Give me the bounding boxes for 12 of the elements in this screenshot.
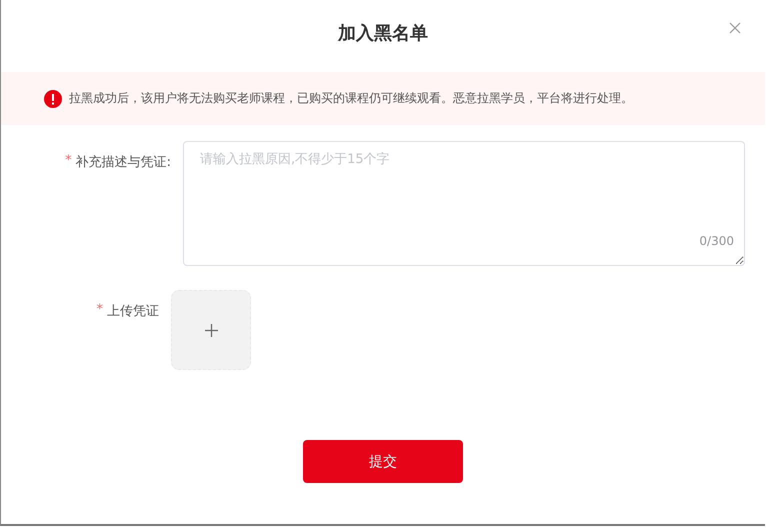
field-label: 上传凭证 (107, 303, 159, 320)
description-field[interactable]: 请输入拉黑原因,不得少于15个字 0/300 (183, 141, 745, 266)
plus-icon (204, 324, 218, 336)
character-counter: 0/300 (699, 234, 734, 248)
close-icon[interactable] (729, 22, 741, 34)
alert-message: 拉黑成功后，该用户将无法购买老师课程，已购买的课程仍可继续观看。恶意拉黑学员，平台将进行处理。 (69, 90, 633, 107)
submit-button[interactable]: 提交 (303, 440, 463, 483)
dialog-title: 加入黑名单 (338, 22, 428, 45)
field-label: 补充描述与凭证: (76, 154, 171, 171)
warning-icon (44, 90, 62, 108)
required-mark: * (96, 302, 103, 317)
required-mark: * (65, 153, 72, 168)
